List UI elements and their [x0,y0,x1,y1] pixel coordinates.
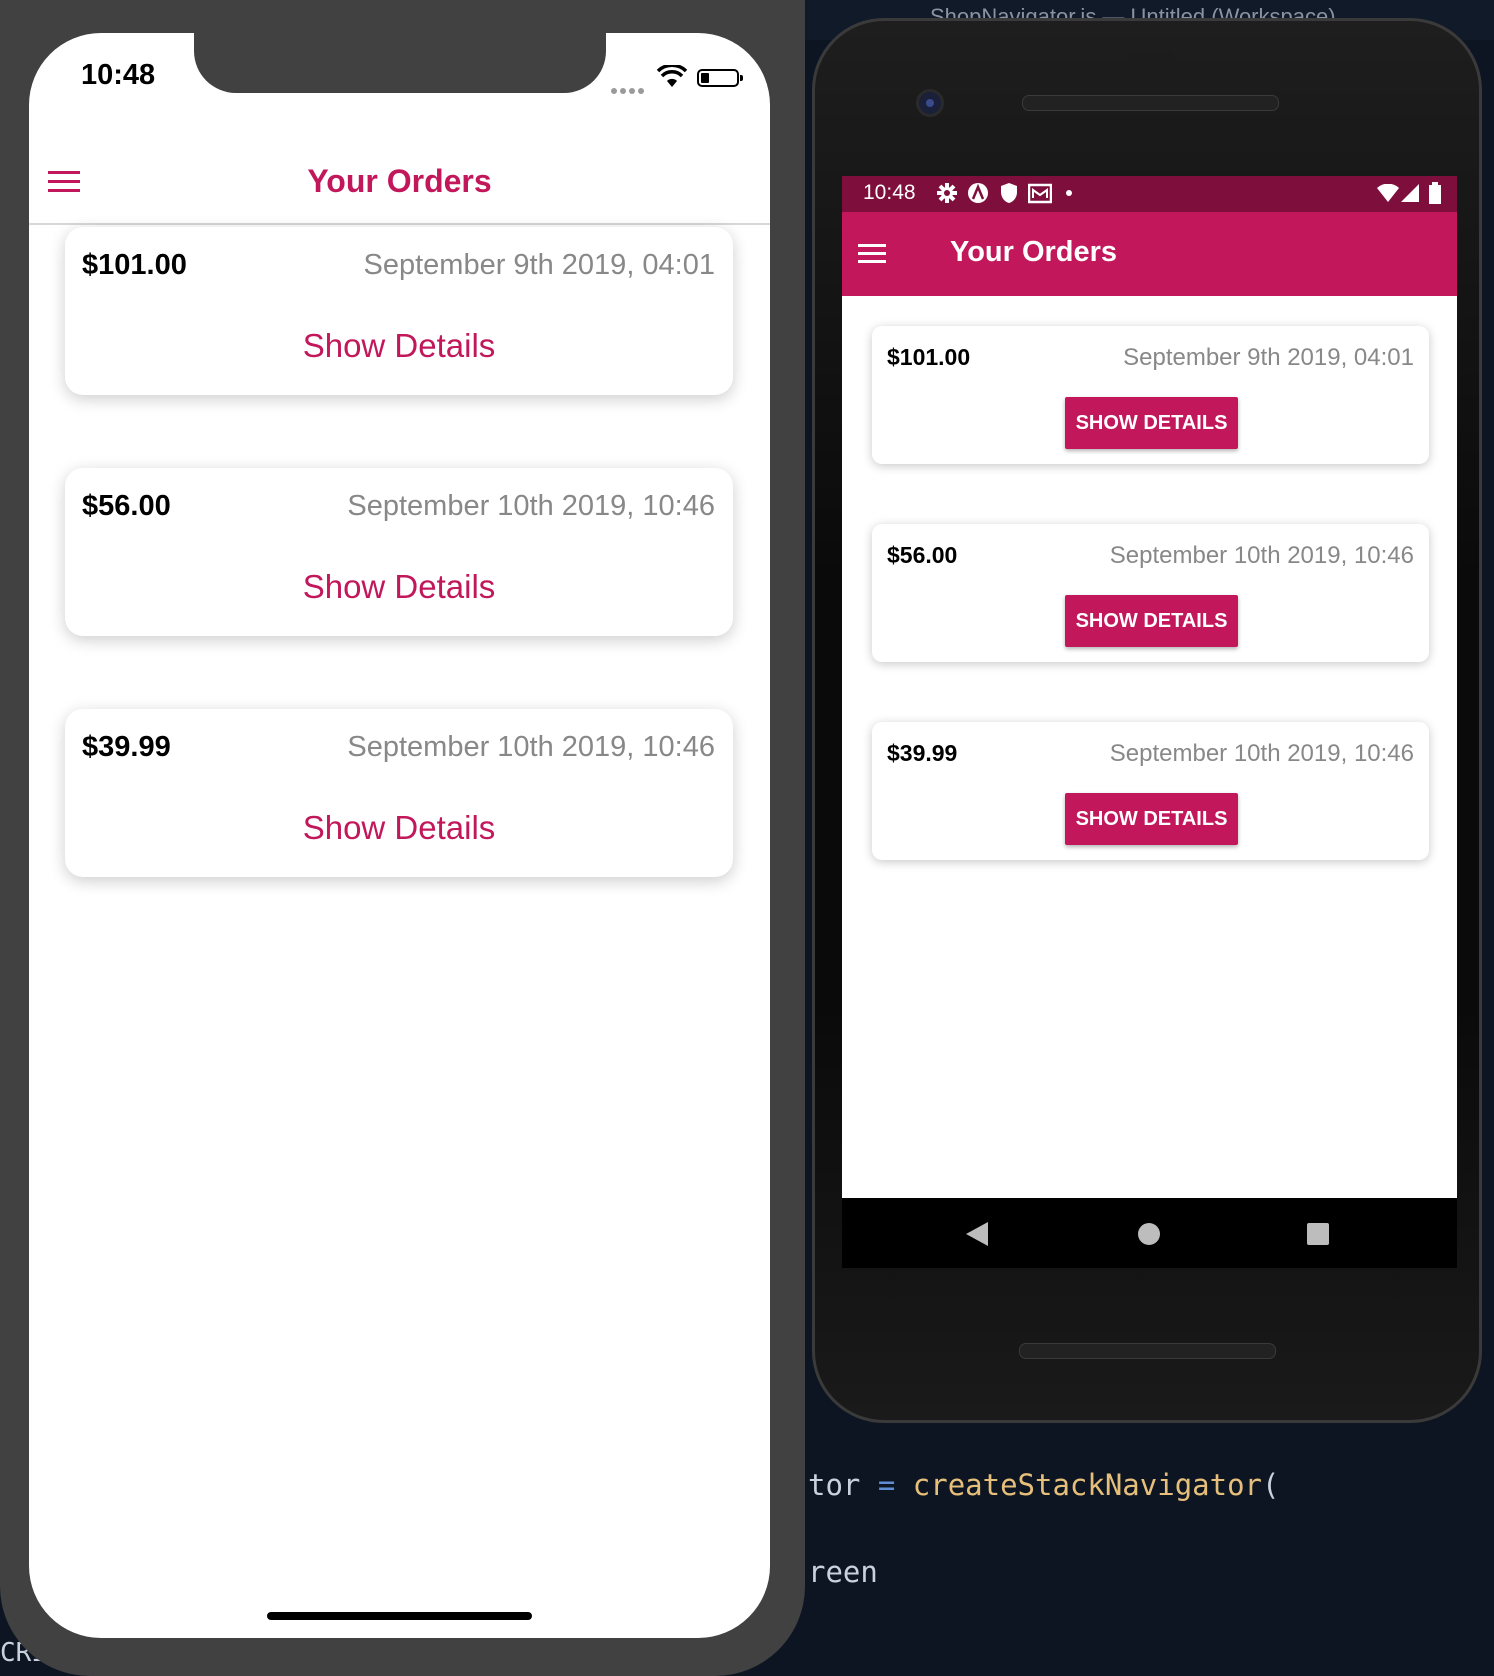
show-details-button[interactable]: Show Details [65,327,733,365]
signal-icon [1401,184,1419,202]
ios-notch [194,33,606,93]
order-card: $56.00 September 10th 2019, 10:46 SHOW D… [872,524,1429,662]
cellular-signal-icon [611,79,647,94]
order-amount: $101.00 [82,249,187,281]
shield-icon [1001,183,1017,203]
order-amount: $56.00 [82,490,171,522]
show-details-button[interactable]: Show Details [65,809,733,847]
order-card: $56.00 September 10th 2019, 10:46 Show D… [65,468,733,636]
recents-icon[interactable] [1307,1223,1329,1245]
android-status-time: 10:48 [863,181,916,204]
order-card: $101.00 September 9th 2019, 04:01 Show D… [65,227,733,395]
order-amount: $39.99 [82,731,171,763]
ios-screen: 10:48 Your Orders $101.00 September 9th … [29,33,770,1638]
code-operator: = [877,1468,896,1502]
order-date: September 9th 2019, 04:01 [363,249,715,281]
order-date: September 9th 2019, 04:01 [1123,344,1414,371]
order-amount: $101.00 [887,344,971,370]
ios-status-icons [611,65,743,94]
ios-header: Your Orders [29,133,770,225]
battery-icon [697,69,743,87]
wifi-icon [657,65,687,87]
order-date: September 10th 2019, 10:46 [347,490,715,522]
order-date: September 10th 2019, 10:46 [347,731,715,763]
a-circle-icon [968,183,988,203]
front-camera [916,89,944,117]
android-status-bar: 10:48 [842,176,1457,212]
wifi-icon [1377,184,1399,202]
code-punctuation: ( [1262,1468,1280,1502]
menu-icon[interactable] [858,244,886,264]
page-title: Your Orders [307,163,492,199]
speaker-top [1022,95,1279,111]
order-card: $39.99 September 10th 2019, 10:46 Show D… [65,709,733,877]
order-card: $39.99 September 10th 2019, 10:46 SHOW D… [872,722,1429,860]
earpiece [1127,51,1173,65]
android-nav-bar [842,1198,1457,1268]
ios-status-time: 10:48 [81,59,156,91]
speaker-bottom [1019,1343,1276,1359]
code-line: reen [808,1555,878,1589]
home-icon[interactable] [1138,1223,1160,1245]
dot-icon [1066,190,1072,196]
code-identifier: tor [808,1468,861,1502]
show-details-button[interactable]: SHOW DETAILS [1065,595,1238,647]
battery-icon [1429,182,1441,204]
system-status-icons [1377,182,1443,204]
order-amount: $39.99 [887,740,958,766]
gear-icon [937,183,957,203]
code-function: createStackNavigator [912,1468,1262,1502]
order-date: September 10th 2019, 10:46 [1109,740,1414,767]
order-date: September 10th 2019, 10:46 [1109,542,1414,569]
android-app-bar: Your Orders [842,212,1457,296]
show-details-button[interactable]: SHOW DETAILS [1065,397,1238,449]
code-line: tor = createStackNavigator( [808,1468,1279,1502]
show-details-button[interactable]: Show Details [65,568,733,606]
page-title: Your Orders [950,236,1118,268]
order-amount: $56.00 [887,542,958,568]
mail-icon [1028,183,1052,204]
order-card: $101.00 September 9th 2019, 04:01 SHOW D… [872,326,1429,464]
show-details-button[interactable]: SHOW DETAILS [1065,793,1238,845]
ios-simulator-frame: 10:48 Your Orders $101.00 September 9th … [0,0,805,1676]
android-screen: 10:48 Your Orders $101.00 September 9th … [842,176,1457,1198]
back-icon[interactable] [966,1222,988,1246]
home-indicator[interactable] [267,1612,532,1620]
